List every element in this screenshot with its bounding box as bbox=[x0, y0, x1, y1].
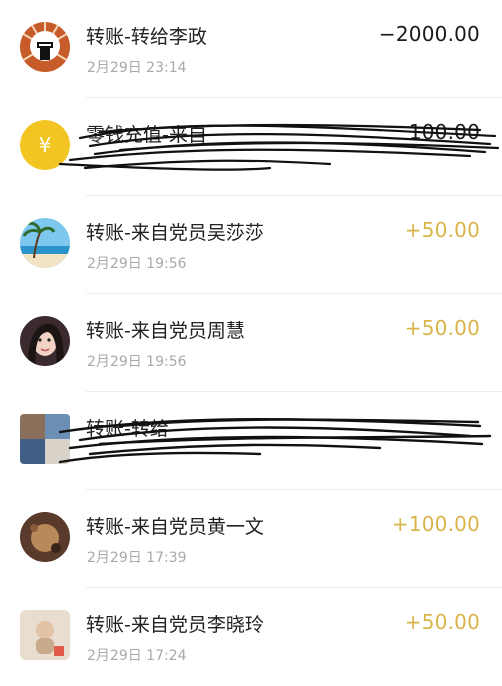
coin-yuan-icon: ¥ bbox=[20, 120, 70, 170]
transaction-title: 转账-来自党员李晓玲 bbox=[86, 614, 264, 636]
transaction-title: 转账-来自党员吴莎莎 bbox=[86, 222, 264, 244]
transaction-time: 2月29日 19:56 bbox=[87, 354, 187, 370]
transaction-amount: +50.00 bbox=[404, 316, 480, 340]
transaction-time: 2月29日 17:39 bbox=[87, 550, 187, 566]
transaction-title: 转账-来自党员周慧 bbox=[86, 320, 245, 342]
transaction-row[interactable]: 转账-转给李政 2月29日 23:14 −2000.00 bbox=[0, 0, 502, 98]
transaction-time: 2月29日 23:14 bbox=[87, 60, 187, 76]
transaction-row[interactable]: ¥ 零钱充值-来自 100.00 bbox=[0, 98, 502, 196]
toy-photo-icon bbox=[20, 610, 70, 660]
transaction-title: 零钱充值-来自 bbox=[86, 124, 207, 146]
transaction-row[interactable]: 转账-来自党员黄一文 2月29日 17:39 +100.00 bbox=[0, 490, 502, 588]
transaction-list: 转账-转给李政 2月29日 23:14 −2000.00 ¥ 零钱充值-来自 1… bbox=[0, 0, 502, 664]
transaction-amount: +50.00 bbox=[404, 610, 480, 634]
redaction-scribble bbox=[58, 123, 500, 171]
transaction-amount: −2000.00 bbox=[378, 22, 480, 46]
girl-photo-icon bbox=[20, 316, 70, 366]
svg-text:¥: ¥ bbox=[39, 133, 52, 157]
redaction-scribble bbox=[58, 418, 492, 464]
beach-photo-icon bbox=[20, 218, 70, 268]
transaction-time: 2月29日 19:56 bbox=[87, 256, 187, 272]
transaction-row[interactable]: 转账-来自党员吴莎莎 2月29日 19:56 +50.00 bbox=[0, 196, 502, 294]
figurine-photo-icon bbox=[20, 512, 70, 562]
transaction-amount: +50.00 bbox=[404, 218, 480, 242]
transaction-row[interactable]: 转账-转给 bbox=[0, 392, 502, 490]
transaction-row[interactable]: 转账-来自党员周慧 2月29日 19:56 +50.00 bbox=[0, 294, 502, 392]
transaction-title: 转账-转给 bbox=[86, 418, 169, 440]
transaction-time: 2月29日 17:24 bbox=[87, 648, 187, 664]
raised-fist-icon bbox=[20, 22, 70, 72]
transaction-title: 转账-转给李政 bbox=[86, 26, 207, 48]
transaction-title: 转账-来自党员黄一文 bbox=[86, 516, 264, 538]
transaction-row[interactable]: 转账-来自党员李晓玲 2月29日 17:24 +50.00 bbox=[0, 588, 502, 686]
photo-collage-icon bbox=[20, 414, 70, 464]
transaction-amount: +100.00 bbox=[391, 512, 480, 536]
transaction-amount: 100.00 bbox=[408, 120, 480, 144]
